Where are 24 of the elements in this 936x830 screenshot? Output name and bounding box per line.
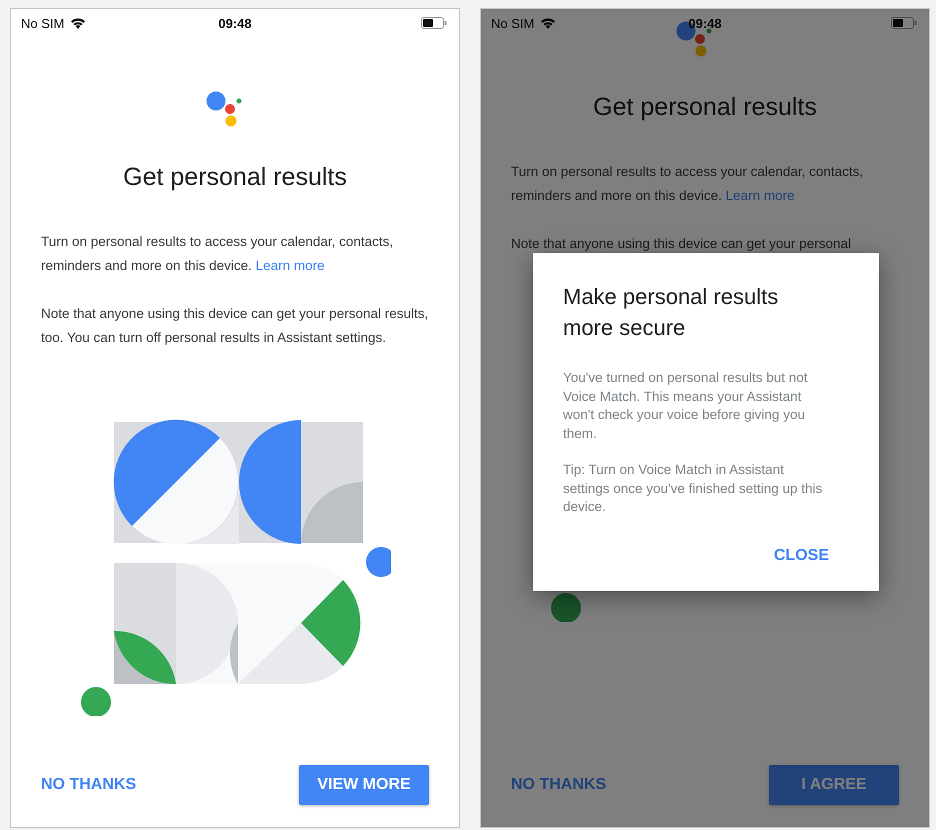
- carrier-label: No SIM: [491, 16, 534, 30]
- battery-icon: [891, 17, 917, 29]
- wifi-icon: [70, 17, 86, 29]
- note-text: Note that anyone using this device can get your personal: [510, 235, 852, 253]
- screen-title: Get personal results: [122, 163, 348, 192]
- primary-button[interactable]: VIEW MORE: [299, 765, 429, 805]
- learn-more-link[interactable]: Learn more: [256, 258, 325, 273]
- clock-time: 09:48: [218, 16, 252, 31]
- no-thanks-button[interactable]: NO THANKS: [511, 768, 606, 802]
- wifi-icon: [540, 17, 556, 29]
- intro-text: Turn on personal results to access your calendar, contacts, reminders and more on this device. Learn more: [510, 163, 864, 205]
- dialog-text: You've turned on personal results but not Voice Match. This means your Assistant won't check your voice before giving you them.: [563, 369, 808, 442]
- note-text: Note that anyone using this device can get your personal results, too. You can turn off personal results in Assistant settings.: [40, 305, 430, 347]
- screen-title: Get personal results: [592, 93, 818, 122]
- no-thanks-button[interactable]: NO THANKS: [41, 768, 136, 802]
- primary-button[interactable]: I AGREE: [769, 765, 899, 805]
- tip-text: Tip: Turn on Voice Match in Assistant settings once you've finished setting up this device.: [563, 461, 824, 516]
- carrier-label: No SIM: [21, 16, 64, 30]
- clock-time: 09:48: [688, 16, 722, 31]
- learn-more-link[interactable]: Learn more: [726, 188, 795, 203]
- close-button[interactable]: CLOSE: [774, 541, 829, 571]
- intro-text: Turn on personal results to access your calendar, contacts, reminders and more on this device. Learn more: [40, 233, 394, 275]
- battery-icon: [421, 17, 447, 29]
- dialog-title: Make personal results more secure: [563, 283, 780, 342]
